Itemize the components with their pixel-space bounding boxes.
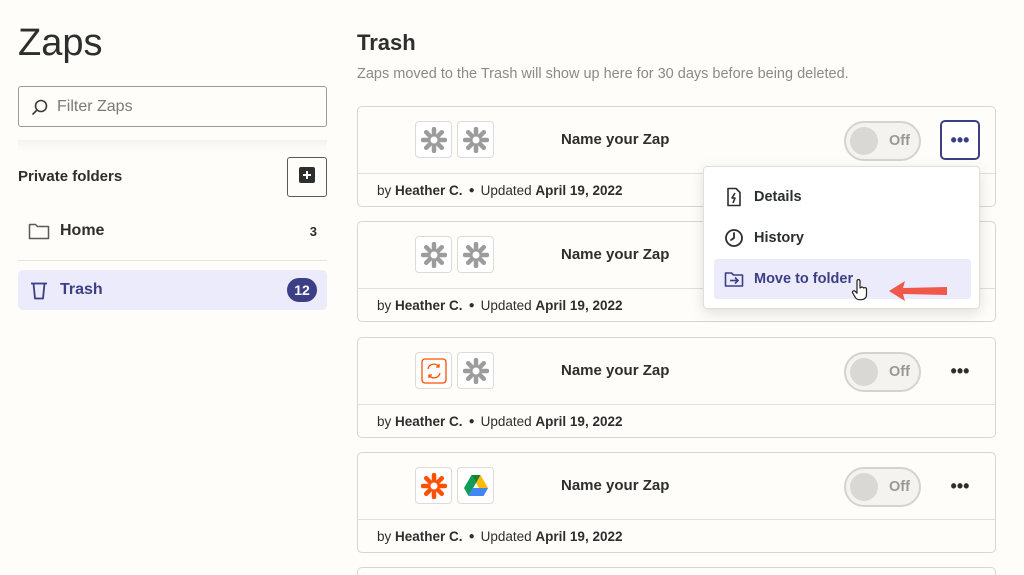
- zap-card-partial[interactable]: [357, 567, 996, 575]
- author-name: Heather C.: [395, 529, 463, 544]
- menu-item-label: History: [754, 230, 804, 246]
- updated-label: Updated: [480, 183, 532, 198]
- updated-date: April 19, 2022: [535, 298, 623, 313]
- page-heading-zaps: Zaps: [18, 22, 103, 64]
- by-label: by: [377, 183, 392, 198]
- folder-count: 3: [309, 223, 317, 239]
- annotation-arrow-icon: [885, 276, 985, 306]
- updated-label: Updated: [480, 529, 532, 544]
- updated-label: Updated: [480, 414, 532, 429]
- zap-card[interactable]: Name your Zap Off ••• by Heather C. ● Upda…: [357, 337, 996, 438]
- sidebar-item-home[interactable]: Home 3: [18, 211, 327, 251]
- author-name: Heather C.: [395, 298, 463, 313]
- toggle-knob: [850, 473, 878, 501]
- hand-cursor-icon: [851, 278, 869, 301]
- menu-item-label: Details: [754, 189, 802, 205]
- by-label: by: [377, 414, 392, 429]
- zapier-app-icon: [415, 236, 452, 273]
- updated-date: April 19, 2022: [535, 414, 623, 429]
- folder-icon: [28, 221, 50, 241]
- author-name: Heather C.: [395, 183, 463, 198]
- separator-dot: ●: [468, 531, 475, 542]
- separator-dot: ●: [468, 300, 475, 311]
- toggle-label: Off: [889, 133, 910, 149]
- zap-name[interactable]: Name your Zap: [561, 131, 669, 148]
- zap-meta: by Heather C. ● Updated April 19, 2022: [358, 404, 995, 438]
- zapier-app-icon: [457, 121, 494, 158]
- zap-name[interactable]: Name your Zap: [561, 246, 669, 263]
- menu-item-label: Move to folder: [754, 271, 854, 287]
- sidebar: Zaps Private folders Home 3 Trash 12: [0, 0, 340, 575]
- zap-toggle[interactable]: Off: [844, 467, 921, 507]
- toggle-label: Off: [889, 479, 910, 495]
- divider: [18, 260, 327, 261]
- zapier-app-icon: [457, 236, 494, 273]
- add-folder-button[interactable]: [287, 157, 327, 197]
- move-folder-icon: [724, 269, 744, 289]
- separator-dot: ●: [468, 416, 475, 427]
- sidebar-shadow: [18, 140, 327, 152]
- zap-card[interactable]: Name your Zap Off ••• by Heather C. ● Upda…: [357, 452, 996, 553]
- by-label: by: [377, 529, 392, 544]
- zap-name[interactable]: Name your Zap: [561, 477, 669, 494]
- more-options-button[interactable]: •••: [940, 120, 980, 160]
- file-lightning-icon: [724, 187, 744, 207]
- menu-item-details[interactable]: Details: [714, 177, 971, 217]
- zap-name[interactable]: Name your Zap: [561, 362, 669, 379]
- private-folders-header: Private folders: [18, 168, 123, 185]
- plus-icon: [299, 166, 315, 188]
- trash-icon: [28, 280, 50, 300]
- loop-app-icon: [415, 352, 452, 389]
- search-icon: [31, 98, 49, 116]
- toggle-label: Off: [889, 364, 910, 380]
- zap-toggle[interactable]: Off: [844, 121, 921, 161]
- sidebar-item-label: Home: [60, 222, 105, 239]
- google-drive-icon: [457, 467, 494, 504]
- clock-icon: [724, 228, 744, 248]
- author-name: Heather C.: [395, 414, 463, 429]
- zapier-app-icon: [457, 352, 494, 389]
- separator-dot: ●: [468, 185, 475, 196]
- toggle-knob: [850, 127, 878, 155]
- folder-count-badge: 12: [287, 278, 317, 302]
- toggle-knob: [850, 358, 878, 386]
- updated-date: April 19, 2022: [535, 183, 623, 198]
- more-options-button[interactable]: •••: [940, 351, 980, 391]
- zapier-orange-app-icon: [415, 467, 452, 504]
- by-label: by: [377, 298, 392, 313]
- zap-meta: by Heather C. ● Updated April 19, 2022: [358, 519, 995, 553]
- page-subtitle: Zaps moved to the Trash will show up her…: [357, 66, 849, 82]
- page-title: Trash: [357, 30, 416, 55]
- sidebar-item-label: Trash: [60, 281, 103, 298]
- zap-toggle[interactable]: Off: [844, 352, 921, 392]
- menu-item-history[interactable]: History: [714, 218, 971, 258]
- updated-label: Updated: [480, 298, 532, 313]
- more-options-button[interactable]: •••: [940, 466, 980, 506]
- filter-zaps-input[interactable]: [57, 97, 317, 116]
- filter-zaps-search[interactable]: [18, 86, 327, 127]
- zapier-app-icon: [415, 121, 452, 158]
- updated-date: April 19, 2022: [535, 529, 623, 544]
- sidebar-item-trash[interactable]: Trash 12: [18, 270, 327, 310]
